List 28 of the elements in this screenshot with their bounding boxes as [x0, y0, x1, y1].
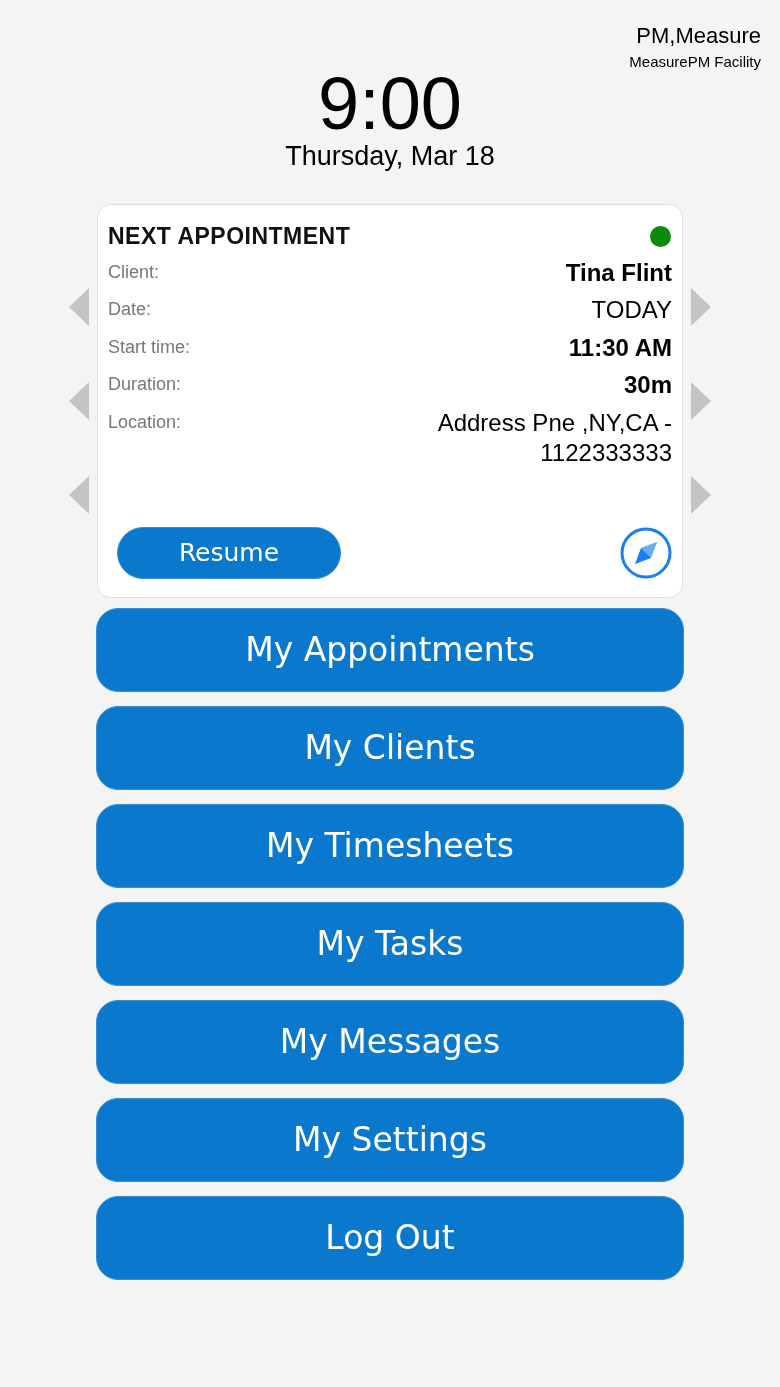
menu-button[interactable]: My Messages — [96, 1000, 684, 1084]
field-label: Location: — [108, 410, 182, 434]
right-arrow-icon[interactable] — [691, 288, 711, 326]
right-arrow-icon[interactable] — [691, 476, 711, 514]
menu-button[interactable]: My Tasks — [96, 902, 684, 986]
field-value: TODAY — [590, 295, 672, 325]
left-arrow-icon[interactable] — [69, 288, 89, 326]
compass-icon[interactable] — [620, 527, 672, 579]
menu-button[interactable]: Log Out — [96, 1196, 684, 1280]
field-value: Address Pne ,NY,CA - 1122333333 — [436, 407, 672, 468]
field-value: Tina Flint — [564, 257, 672, 288]
field-label: Duration: — [108, 373, 182, 396]
user-name: PM,Measure — [636, 22, 761, 50]
right-arrow-icon[interactable] — [691, 382, 711, 420]
field-value: 11:30 AM — [567, 332, 672, 363]
menu-button[interactable]: My Clients — [96, 706, 684, 790]
left-arrow-icon[interactable] — [69, 476, 89, 514]
card-title: NEXT APPOINTMENT — [108, 222, 351, 251]
field-label: Client: — [108, 260, 160, 284]
menu-button[interactable]: My Timesheets — [96, 804, 684, 888]
field-label: Start time: — [108, 335, 191, 359]
facility-name: MeasurePM Facility — [629, 52, 761, 72]
field-value: 30m — [622, 370, 672, 400]
menu-button[interactable]: My Appointments — [96, 608, 684, 692]
menu-button[interactable]: My Settings — [96, 1098, 684, 1182]
field-label: Date: — [108, 298, 152, 321]
left-arrow-icon[interactable] — [69, 382, 89, 420]
resume-button[interactable]: Resume — [117, 527, 341, 579]
